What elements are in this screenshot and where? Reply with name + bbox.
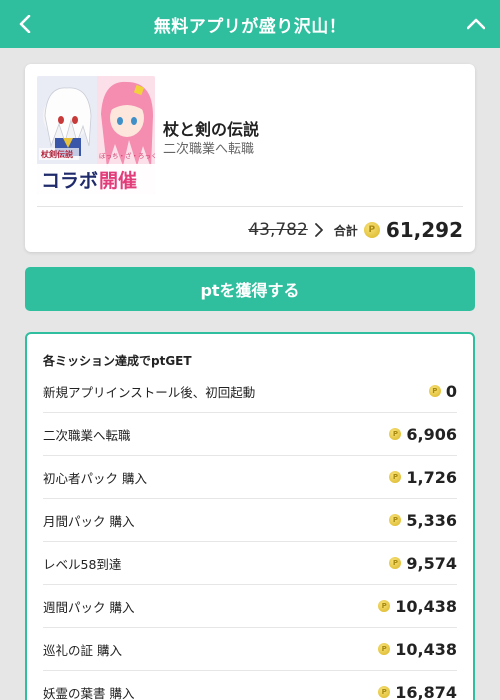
game-subtitle: 二次職業へ転職 [163, 142, 255, 157]
get-points-button[interactable]: ptを獲得する [25, 267, 475, 311]
mission-row: 月間パック 購入 5,336 [43, 499, 457, 542]
total-label: 合計 [333, 223, 358, 238]
mission-row: レベル58到達 9,574 [43, 542, 457, 585]
mission-points: 6,906 [406, 424, 457, 444]
mission-label: 週間パック 購入 [43, 599, 135, 615]
banner-headline-right: 開催 [99, 169, 137, 192]
mission-points: 10,438 [395, 639, 457, 659]
mission-label: 新規アプリインストール後、初回起動 [43, 384, 256, 400]
game-title: 杖と剣の伝説 [163, 120, 260, 139]
game-thumbnail: 杖剣伝説 ぼっち・ざ・ろっく コラボ 開催 [37, 76, 155, 194]
point-coin-icon [389, 428, 402, 440]
page-title: 無料アプリが盛り沢山！ [153, 16, 347, 37]
mission-label: 二次職業へ転職 [43, 427, 131, 443]
mission-points: 5,336 [406, 510, 457, 530]
banner-headline-left: コラボ [41, 170, 98, 192]
total-points: 61,292 [385, 218, 463, 242]
mission-points: 10,438 [395, 596, 457, 616]
banner-logo-text: 杖剣伝説 [41, 149, 73, 159]
mission-points: 1,726 [406, 467, 457, 487]
chevron-up-icon[interactable] [464, 12, 488, 36]
mission-points: 9,574 [406, 553, 457, 573]
mission-label: 初心者パック 購入 [43, 470, 147, 486]
mission-points: 16,874 [395, 682, 457, 700]
mission-label: 月間パック 購入 [43, 513, 135, 529]
old-total-points: 43,782 [248, 220, 308, 240]
mission-row: 二次職業へ転職 6,906 [43, 413, 457, 456]
mission-points: 0 [445, 381, 457, 401]
point-coin-icon [378, 686, 391, 698]
banner-collab-text: ぼっち・ざ・ろっく [99, 151, 155, 160]
point-coin-icon [389, 557, 402, 569]
point-coin-icon [428, 385, 441, 397]
mission-list: 新規アプリインストール後、初回起動 0 二次職業へ転職 6,906 初心者パック… [43, 370, 457, 700]
game-card[interactable]: 杖剣伝説 ぼっち・ざ・ろっく コラボ 開催 杖と剣の伝説 二次職業へ転職 43,… [25, 64, 475, 252]
missions-heading: 各ミッション達成でptGET [43, 354, 192, 368]
mission-row: 妖霊の葉書 購入 16,874 [43, 671, 457, 700]
point-coin-icon [378, 643, 391, 655]
point-coin-icon [378, 600, 391, 612]
missions-panel: 各ミッション達成でptGET 新規アプリインストール後、初回起動 0 二次職業へ… [25, 332, 475, 700]
mission-label: 妖霊の葉書 購入 [43, 685, 135, 700]
mission-row: 初心者パック 購入 1,726 [43, 456, 457, 499]
mission-row: 新規アプリインストール後、初回起動 0 [43, 370, 457, 413]
divider [37, 206, 463, 207]
mission-row: 巡礼の証 購入 10,438 [43, 628, 457, 671]
point-coin-icon [389, 514, 402, 526]
chevron-right-icon [314, 223, 324, 237]
mission-label: レベル58到達 [43, 556, 122, 572]
point-coin-icon [389, 471, 402, 483]
points-summary: 43,782 合計 61,292 [248, 214, 463, 246]
chevron-left-icon[interactable] [14, 12, 36, 36]
point-coin-icon [363, 222, 380, 238]
header-bar: 無料アプリが盛り沢山！ [0, 0, 500, 48]
mission-row: 週間パック 購入 10,438 [43, 585, 457, 628]
mission-label: 巡礼の証 購入 [43, 642, 122, 658]
